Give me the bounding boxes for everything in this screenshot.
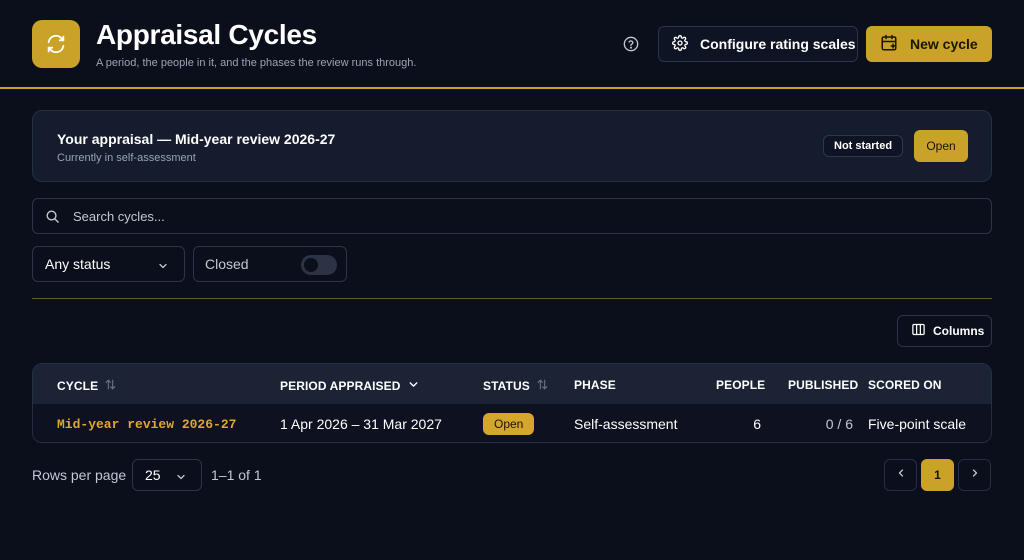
phase-cell: Self-assessment <box>574 416 678 432</box>
cycles-table: CYCLE PERIOD APPRAISED STATUS PHASE PEOP… <box>32 363 992 443</box>
column-header-label: STATUS <box>483 379 530 393</box>
status-filter-value: Any status <box>45 256 111 272</box>
sort-icon <box>104 378 117 394</box>
gear-icon <box>672 34 688 54</box>
help-icon[interactable] <box>622 35 640 53</box>
rows-per-page-select[interactable]: 25 <box>132 459 202 491</box>
people-cell: 6 <box>753 416 761 432</box>
column-header-cycle[interactable]: CYCLE <box>57 378 117 394</box>
pagination-range: 1–1 of 1 <box>211 467 262 483</box>
page-title: Appraisal Cycles <box>96 19 317 50</box>
chevron-down-icon <box>407 378 420 394</box>
column-header-published: PUBLISHED <box>788 378 859 392</box>
banner-title: Your appraisal — Mid-year review 2026-27 <box>57 131 336 147</box>
page-1-button[interactable]: 1 <box>921 459 954 491</box>
chevron-left-icon <box>895 466 907 484</box>
search-icon <box>45 209 60 229</box>
closed-filter: Closed <box>193 246 347 282</box>
section-divider <box>32 298 992 299</box>
column-header-label: CYCLE <box>57 379 99 393</box>
your-appraisal-banner: Your appraisal — Mid-year review 2026-27… <box>32 110 992 182</box>
sort-icon <box>536 378 549 394</box>
rows-per-page-value: 25 <box>145 467 161 483</box>
scored-on-cell: Five-point scale <box>868 416 967 432</box>
page-subtitle: A period, the people in it, and the phas… <box>96 57 417 69</box>
banner-subtitle: Currently in self-assessment <box>57 152 196 164</box>
cycle-name-link[interactable]: Mid-year review 2026-27 <box>57 417 236 432</box>
table-row[interactable]: Mid-year review 2026-27 1 Apr 2026 – 31 … <box>33 404 991 442</box>
column-header-scored-on: SCORED ON <box>868 378 942 392</box>
published-cell: 0 / 6 <box>825 416 853 432</box>
configure-rating-scales-label: Configure rating scales <box>700 36 856 52</box>
search-box <box>32 198 992 234</box>
previous-page-button[interactable] <box>884 459 917 491</box>
next-page-button[interactable] <box>958 459 991 491</box>
page-header: Appraisal Cycles A period, the people in… <box>0 0 1024 89</box>
calendar-plus-icon <box>880 34 898 55</box>
chevron-down-icon <box>175 470 187 486</box>
toggle-knob <box>304 258 318 272</box>
column-header-period[interactable]: PERIOD APPRAISED <box>280 378 420 394</box>
chevron-right-icon <box>969 466 981 484</box>
columns-icon <box>911 322 926 340</box>
period-cell: 1 Apr 2026 – 31 Mar 2027 <box>280 416 442 432</box>
status-filter-select[interactable]: Any status <box>32 246 185 282</box>
closed-filter-label: Closed <box>205 256 249 272</box>
closed-toggle[interactable] <box>301 255 337 275</box>
search-input[interactable] <box>73 199 973 233</box>
configure-rating-scales-button[interactable]: Configure rating scales <box>658 26 858 62</box>
status-badge: Open <box>483 413 535 435</box>
column-header-label: PERIOD APPRAISED <box>280 379 401 393</box>
table-header: CYCLE PERIOD APPRAISED STATUS PHASE PEOP… <box>33 364 991 404</box>
columns-label: Columns <box>933 324 985 338</box>
chevron-down-icon <box>157 259 169 275</box>
rows-per-page-label: Rows per page <box>32 467 127 483</box>
new-cycle-label: New cycle <box>910 36 978 52</box>
new-cycle-button[interactable]: New cycle <box>866 26 992 62</box>
column-header-people: PEOPLE <box>716 378 766 392</box>
column-header-phase: PHASE <box>574 378 616 392</box>
open-appraisal-button[interactable]: Open <box>914 130 968 162</box>
columns-button[interactable]: Columns <box>897 315 992 347</box>
column-header-status[interactable]: STATUS <box>483 378 549 394</box>
refresh-cycle-icon <box>32 20 80 68</box>
appraisal-status-badge: Not started <box>823 135 904 157</box>
